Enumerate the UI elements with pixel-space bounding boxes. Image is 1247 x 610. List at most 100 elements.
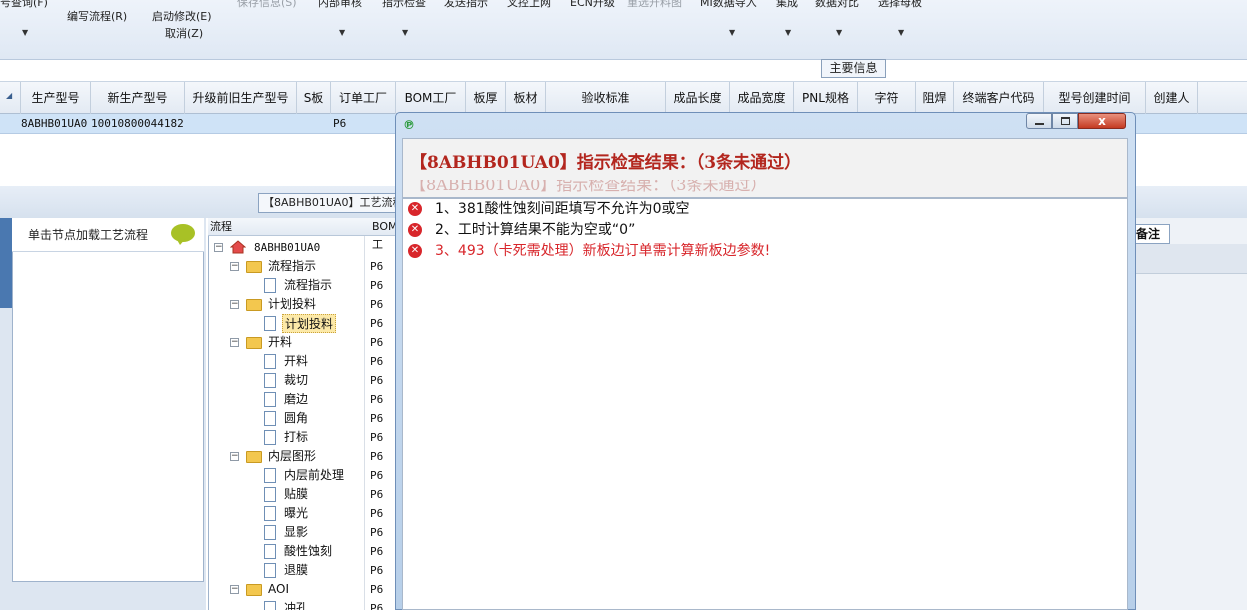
tree-item[interactable]: − 开料 P6	[208, 333, 398, 352]
column-header[interactable]: PNL规格	[794, 82, 858, 114]
tree-item[interactable]: 内层前处理 P6	[208, 466, 398, 485]
column-header[interactable]: 板材	[506, 82, 546, 114]
chevron-down-icon[interactable]: ▼	[729, 28, 735, 37]
tree-item[interactable]: 冲孔 P6	[208, 599, 398, 610]
tree-item-bom: P6	[370, 602, 384, 610]
tree-item-bom: P6	[370, 355, 384, 368]
tree-item[interactable]: 磨边 P6	[208, 390, 398, 409]
tree-item[interactable]: 打标 P6	[208, 428, 398, 447]
tree-item[interactable]: 开料 P6	[208, 352, 398, 371]
error-icon: ✕	[408, 244, 422, 258]
close-button[interactable]: x	[1078, 113, 1126, 129]
minimize-button[interactable]	[1026, 113, 1052, 129]
error-icon: ✕	[408, 223, 422, 237]
tree-item[interactable]: 贴膜 P6	[208, 485, 398, 504]
document-icon	[264, 392, 276, 407]
close-icon: x	[1098, 114, 1106, 128]
toolbar-send-button[interactable]: 发送指示	[444, 0, 488, 10]
cell-new-model[interactable]: 10010800044182	[91, 114, 184, 134]
document-icon	[264, 487, 276, 502]
dialog-title: 【8ABHB01UA0】指示检查结果：（3条未通过）	[410, 153, 802, 173]
toolbar-integrate-button[interactable]: 集成	[776, 0, 798, 10]
tree-item-label: 裁切	[284, 373, 309, 387]
column-header[interactable]: 型号创建时间	[1044, 82, 1146, 114]
tree-item-label: 磨边	[284, 392, 309, 406]
tree-item[interactable]: 酸性蚀刻 P6	[208, 542, 398, 561]
cell-order-factory[interactable]: P6	[333, 114, 346, 134]
toolbar-compare-button[interactable]: 数据对比	[815, 0, 859, 10]
column-header[interactable]: 验收标准	[546, 82, 666, 114]
tab-main-info[interactable]: 主要信息	[821, 59, 886, 78]
column-header[interactable]: 终端客户代码	[954, 82, 1044, 114]
column-header[interactable]: 字符	[858, 82, 916, 114]
tree-item-label: 贴膜	[284, 487, 309, 501]
column-header[interactable]: 板厚	[466, 82, 506, 114]
toolbar-upload-button[interactable]: 叉控上网	[507, 0, 551, 10]
column-header[interactable]: 生产型号	[21, 82, 91, 114]
chevron-down-icon[interactable]: ▼	[22, 28, 28, 37]
chevron-down-icon[interactable]: ▼	[898, 28, 904, 37]
chevron-down-icon[interactable]: ▼	[836, 28, 842, 37]
cell-model[interactable]: 8ABHB01UA0	[21, 114, 87, 134]
grid-header: ◢ 生产型号 新生产型号 升级前旧生产型号 S板 订单工厂 BOM工厂 板厚 板…	[0, 82, 1247, 114]
column-header[interactable]: BOM工厂	[396, 82, 466, 114]
toolbar-select-mother-button[interactable]: 选择母板	[878, 0, 922, 10]
chevron-down-icon[interactable]: ▼	[402, 28, 408, 37]
app-logo-icon: ℗	[403, 118, 415, 132]
tree-item-bom: P6	[370, 393, 384, 406]
tree-item[interactable]: − 内层图形 P6	[208, 447, 398, 466]
left-side-tab[interactable]	[0, 218, 12, 308]
toolbar-ecn-button[interactable]: ECN升级	[570, 0, 615, 10]
tree-item-label: 曝光	[284, 506, 309, 520]
tree-item[interactable]: 显影 P6	[208, 523, 398, 542]
tree-item-bom: P6	[370, 564, 384, 577]
expander-icon[interactable]: −	[230, 338, 239, 347]
chevron-down-icon[interactable]: ▼	[785, 28, 791, 37]
tree-column-process[interactable]: 流程	[210, 218, 232, 236]
expander-icon[interactable]: −	[230, 262, 239, 271]
tree-item[interactable]: 裁切 P6	[208, 371, 398, 390]
column-header[interactable]: 成品宽度	[730, 82, 794, 114]
expander-icon[interactable]: −	[230, 585, 239, 594]
expander-icon[interactable]: −	[230, 452, 239, 461]
toolbar-edit-process-button[interactable]: 编写流程(R)	[67, 10, 127, 24]
column-header[interactable]: 新生产型号	[91, 82, 185, 114]
column-header[interactable]: 订单工厂	[331, 82, 396, 114]
tree-item[interactable]: 计划投料 P6	[208, 314, 398, 333]
document-icon	[264, 430, 276, 445]
tree-item[interactable]: − 8ABHB01UA0	[208, 238, 398, 257]
column-header[interactable]: 成品长度	[666, 82, 730, 114]
column-header[interactable]: S板	[297, 82, 331, 114]
tree-item[interactable]: − 计划投料 P6	[208, 295, 398, 314]
tree-item-label: 内层前处理	[284, 468, 345, 482]
maximize-button[interactable]	[1052, 113, 1078, 129]
tree-item[interactable]: − 流程指示 P6	[208, 257, 398, 276]
expander-icon[interactable]: −	[230, 300, 239, 309]
folder-icon	[246, 261, 262, 273]
column-header[interactable]: 升级前旧生产型号	[185, 82, 297, 114]
toolbar-check-button[interactable]: 指示检查	[382, 0, 426, 10]
document-icon	[264, 468, 276, 483]
tab-process-flow[interactable]: 【8ABHB01UA0】工艺流程	[258, 193, 398, 213]
toolbar-cancel-button[interactable]: 取消(Z)	[165, 27, 203, 41]
tree-item[interactable]: 退膜 P6	[208, 561, 398, 580]
tree-item[interactable]: 流程指示 P6	[208, 276, 398, 295]
tree-item[interactable]: 曝光 P6	[208, 504, 398, 523]
tree-item-label: 流程指示	[284, 278, 333, 292]
expander-icon[interactable]: −	[214, 243, 223, 252]
folder-icon	[246, 584, 262, 596]
chevron-down-icon[interactable]: ▼	[339, 28, 345, 37]
toolbar-start-modify-button[interactable]: 启动修改(E)	[152, 10, 212, 24]
toolbar-internal-review-button[interactable]: 内部审核	[318, 0, 362, 10]
toolbar-query-button[interactable]: 号查询(F)	[0, 0, 48, 10]
tree-item[interactable]: 圆角 P6	[208, 409, 398, 428]
toolbar-save-button[interactable]: 保存信息(S)	[237, 0, 297, 10]
document-icon	[264, 544, 276, 559]
column-header[interactable]: 阻焊	[916, 82, 954, 114]
tree-item-label: 打标	[284, 430, 309, 444]
tree-item[interactable]: − AOI P6	[208, 580, 398, 599]
document-icon	[264, 563, 276, 578]
toolbar-mi-import-button[interactable]: MI数据导入	[700, 0, 757, 10]
toolbar-reselect-button[interactable]: 重选开料图	[627, 0, 682, 10]
column-header[interactable]: 创建人	[1146, 82, 1198, 114]
